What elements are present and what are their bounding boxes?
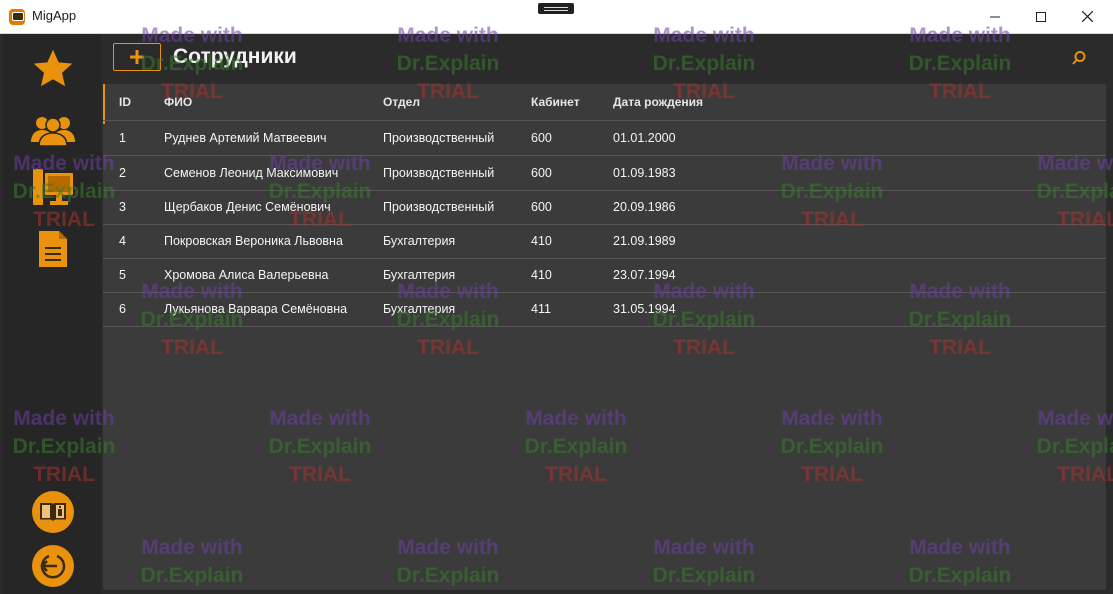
cell-office: 600 [531, 131, 552, 145]
document-icon [39, 231, 67, 267]
search-icon [1072, 51, 1086, 65]
cell-office: 600 [531, 200, 552, 214]
cell-office: 600 [531, 166, 552, 180]
app-icon [9, 9, 25, 25]
cell-birthdate: 31.05.1994 [613, 302, 676, 316]
drag-handle[interactable] [538, 3, 574, 14]
title-bar: MigApp [0, 0, 1113, 34]
employees-table: ID ФИО Отдел Кабинет Дата рождения 1 Руд… [103, 84, 1106, 590]
cell-name: Хромова Алиса Валерьевна [164, 268, 329, 282]
close-icon [1081, 11, 1093, 22]
logout-button[interactable] [31, 544, 75, 588]
book-icon [32, 491, 74, 533]
column-header-department[interactable]: Отдел [383, 95, 420, 109]
sidebar-item-favorites[interactable] [29, 46, 77, 92]
cell-name: Щербаков Денис Семёнович [164, 200, 331, 214]
minimize-icon [990, 16, 1000, 17]
cell-id: 2 [119, 166, 126, 180]
cell-office: 410 [531, 268, 552, 282]
table-row[interactable]: 3 Щербаков Денис Семёнович Производствен… [103, 190, 1106, 225]
cell-birthdate: 01.09.1983 [613, 166, 676, 180]
column-header-birthdate[interactable]: Дата рождения [613, 95, 703, 109]
table-row[interactable]: 5 Хромова Алиса Валерьевна Бухгалтерия 4… [103, 258, 1106, 293]
cell-department: Бухгалтерия [383, 234, 456, 248]
cell-birthdate: 01.01.2000 [613, 131, 676, 145]
table-row[interactable]: 6 Лукьянова Варвара Семёновна Бухгалтери… [103, 292, 1106, 327]
cell-department: Бухгалтерия [383, 268, 456, 282]
computer-icon [33, 169, 73, 205]
users-icon [31, 117, 75, 147]
maximize-button[interactable] [1018, 0, 1064, 33]
sidebar-item-devices[interactable] [29, 166, 77, 212]
sidebar [3, 34, 101, 594]
cell-birthdate: 21.09.1989 [613, 234, 676, 248]
cell-id: 4 [119, 234, 126, 248]
minimize-button[interactable] [972, 0, 1018, 33]
column-header-office[interactable]: Кабинет [531, 95, 580, 109]
column-header-name[interactable]: ФИО [164, 95, 192, 109]
sidebar-item-documents[interactable] [33, 228, 73, 270]
cell-name: Покровская Вероника Львовна [164, 234, 343, 248]
cell-id: 3 [119, 200, 126, 214]
table-row[interactable]: 2 Семенов Леонид Максимович Производстве… [103, 156, 1106, 191]
cell-department: Бухгалтерия [383, 302, 456, 316]
help-button[interactable] [31, 490, 75, 534]
cell-department: Производственный [383, 131, 495, 145]
close-button[interactable] [1064, 0, 1110, 33]
cell-office: 411 [531, 302, 551, 316]
table-row[interactable]: 4 Покровская Вероника Львовна Бухгалтери… [103, 224, 1106, 259]
cell-department: Производственный [383, 166, 495, 180]
cell-birthdate: 23.07.1994 [613, 268, 676, 282]
search-button[interactable] [1071, 50, 1091, 70]
page-title: Сотрудники [173, 45, 297, 68]
table-row[interactable]: 1 Руднев Артемий Матвеевич Производствен… [103, 121, 1106, 156]
sidebar-item-employees[interactable] [29, 110, 77, 150]
cell-id: 6 [119, 302, 126, 316]
window-title: MigApp [32, 8, 77, 23]
cell-birthdate: 20.09.1986 [613, 200, 676, 214]
cell-name: Лукьянова Варвара Семёновна [164, 302, 348, 316]
logout-icon [32, 545, 74, 587]
cell-office: 410 [531, 234, 552, 248]
maximize-icon [1036, 11, 1046, 22]
column-header-id[interactable]: ID [119, 95, 131, 109]
cell-id: 1 [119, 131, 126, 145]
cell-name: Семенов Леонид Максимович [164, 166, 339, 180]
cell-department: Производственный [383, 200, 495, 214]
star-icon [33, 49, 73, 87]
plus-icon [130, 50, 144, 64]
cell-id: 5 [119, 268, 126, 282]
add-employee-button[interactable] [113, 43, 161, 71]
table-header: ID ФИО Отдел Кабинет Дата рождения [103, 84, 1106, 121]
cell-name: Руднев Артемий Матвеевич [164, 131, 327, 145]
